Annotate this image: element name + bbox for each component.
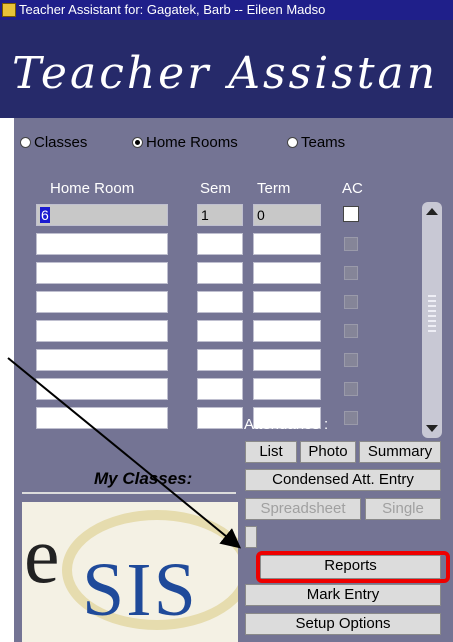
home-room-field[interactable] xyxy=(36,349,168,371)
ac-checkbox[interactable] xyxy=(343,206,359,222)
header-sem: Sem xyxy=(200,180,231,197)
my-classes-label: My Classes: xyxy=(94,469,193,488)
esis-logo: e SIS xyxy=(22,502,238,642)
term-field[interactable] xyxy=(253,378,321,400)
mark-entry-button[interactable]: Mark Entry xyxy=(245,584,441,606)
ac-checkbox[interactable] xyxy=(344,353,358,367)
sem-field[interactable]: 1 xyxy=(197,204,243,226)
term-field[interactable] xyxy=(253,233,321,255)
banner-title: Teacher Assistan xyxy=(12,48,439,99)
list-button[interactable]: List xyxy=(245,441,297,463)
home-room-value: 6 xyxy=(40,207,50,223)
ac-checkbox[interactable] xyxy=(344,266,358,280)
spreadsheet-button[interactable]: Spreadsheet xyxy=(245,498,361,520)
term-field[interactable]: 0 xyxy=(253,204,321,226)
home-room-field[interactable] xyxy=(36,378,168,400)
radio-classes-dot[interactable] xyxy=(20,137,31,148)
summary-button[interactable]: Summary xyxy=(359,441,441,463)
home-room-field[interactable]: 6 xyxy=(36,204,168,226)
radio-home-rooms-label: Home Rooms xyxy=(146,134,238,151)
radio-home-rooms-dot[interactable] xyxy=(132,137,143,148)
term-field[interactable] xyxy=(253,262,321,284)
single-button[interactable]: Single xyxy=(365,498,441,520)
logo-e-letter: e xyxy=(24,512,60,600)
sem-field[interactable] xyxy=(197,320,243,342)
photo-button[interactable]: Photo xyxy=(300,441,356,463)
vertical-scrollbar[interactable] xyxy=(422,202,442,438)
radio-teams-label: Teams xyxy=(301,134,346,151)
home-room-field[interactable] xyxy=(36,320,168,342)
ac-checkbox[interactable] xyxy=(344,382,358,396)
header-home-room: Home Room xyxy=(50,180,135,197)
setup-options-button[interactable]: Setup Options xyxy=(245,613,441,635)
ac-checkbox[interactable] xyxy=(344,411,358,425)
home-room-field[interactable] xyxy=(36,233,168,255)
scroll-down-icon[interactable] xyxy=(426,425,438,432)
sem-field[interactable] xyxy=(197,378,243,400)
blank-button[interactable] xyxy=(245,526,257,548)
app-icon xyxy=(2,3,16,17)
app-banner: Teacher Assistan xyxy=(0,20,453,118)
radio-classes-label: Classes xyxy=(34,134,88,151)
divider xyxy=(22,492,236,494)
header-term: Term xyxy=(257,180,291,197)
scroll-up-icon[interactable] xyxy=(426,208,438,215)
ac-checkbox[interactable] xyxy=(344,324,358,338)
window-titlebar: Teacher Assistant for: Gagatek, Barb -- … xyxy=(0,0,453,20)
home-room-field[interactable] xyxy=(36,262,168,284)
radio-teams-dot[interactable] xyxy=(287,137,298,148)
sem-field[interactable] xyxy=(197,407,243,429)
sem-field[interactable] xyxy=(197,233,243,255)
home-room-field[interactable] xyxy=(36,291,168,313)
term-field[interactable] xyxy=(253,320,321,342)
term-field[interactable] xyxy=(253,291,321,313)
term-field[interactable] xyxy=(253,349,321,371)
ac-checkbox[interactable] xyxy=(344,295,358,309)
sem-field[interactable] xyxy=(197,349,243,371)
window-title: Teacher Assistant for: Gagatek, Barb -- … xyxy=(19,2,326,17)
logo-sis-letters: SIS xyxy=(82,548,198,632)
attendance-label: Attendance : xyxy=(244,416,329,433)
condensed-att-entry-button[interactable]: Condensed Att. Entry xyxy=(245,469,441,491)
sem-field[interactable] xyxy=(197,291,243,313)
home-room-field[interactable] xyxy=(36,407,168,429)
scroll-thumb[interactable] xyxy=(428,292,436,332)
main-panel: Classes Home Rooms Teams Home Room Sem T… xyxy=(14,118,453,642)
header-ac: AC xyxy=(342,180,363,197)
view-radio-group: Classes Home Rooms Teams xyxy=(14,132,453,156)
ac-checkbox[interactable] xyxy=(344,237,358,251)
sem-field[interactable] xyxy=(197,262,243,284)
reports-highlight-box xyxy=(256,551,450,583)
